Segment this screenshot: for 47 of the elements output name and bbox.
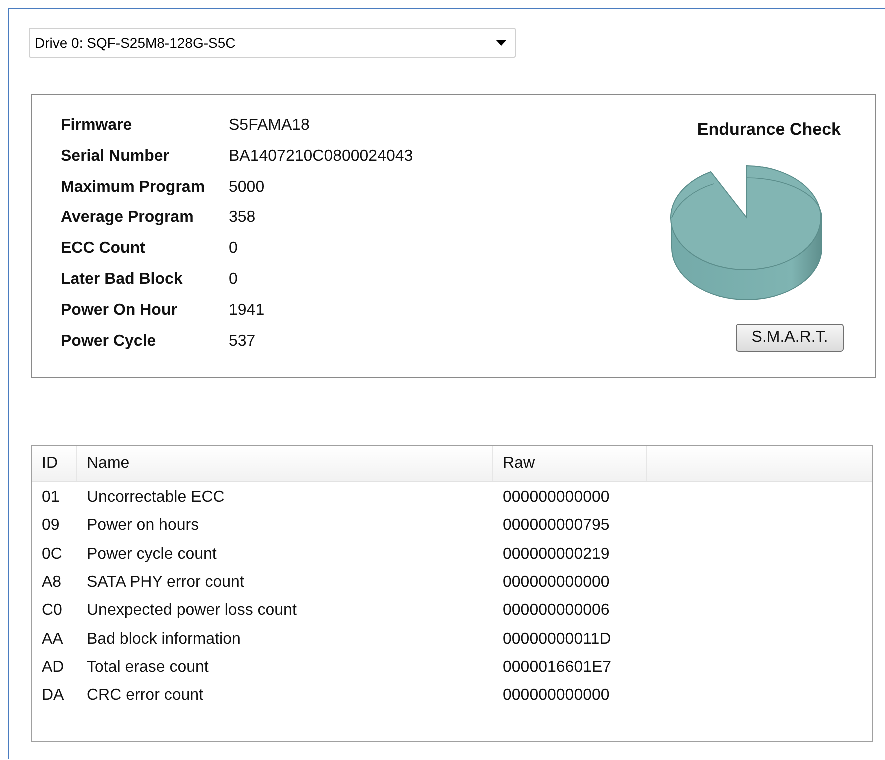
dropdown-caret-icon — [496, 40, 507, 46]
table-cell-text: 00000000011D — [502, 630, 612, 649]
info-value: 358 — [229, 208, 257, 228]
info-label: ECC Count — [61, 239, 146, 260]
table-cell-text: 000000000000 — [502, 574, 611, 592]
table-cell-text: 000000000006 — [502, 602, 611, 620]
info-label: Maximum Program — [61, 178, 206, 198]
table-cell-text: 09 — [41, 517, 61, 536]
table-cell-text: 000000000219 — [502, 546, 611, 564]
endurance-title: Endurance Check — [697, 120, 841, 140]
table-cell-text: C0 — [41, 602, 64, 620]
table-cell-text: AA — [41, 630, 64, 649]
table-cell-text: Uncorrectable ECC — [86, 489, 226, 508]
info-label: Power On Hour — [61, 300, 178, 321]
table-cell-text: SATA PHY error count — [86, 574, 246, 592]
table-cell-text: Bad block information — [86, 630, 242, 649]
smart-button[interactable]: S.M.A.R.T. — [736, 324, 844, 352]
column-header[interactable]: ID — [32, 446, 77, 481]
info-label: Serial Number — [61, 146, 170, 167]
table-cell-text: Power cycle count — [86, 546, 218, 564]
info-value: BA1407210C0800024043 — [229, 146, 414, 167]
info-value: 1941 — [229, 300, 266, 321]
table-cell-text: AD — [41, 658, 66, 677]
table-cell-text: A8 — [41, 574, 63, 592]
table-cell-text: Unexpected power loss count — [86, 602, 298, 620]
info-value: 0 — [229, 239, 239, 260]
table-cell-text: Power on hours — [86, 517, 200, 536]
info-label: Firmware — [61, 116, 134, 136]
table-cell-text: 0000016601E7 — [502, 658, 613, 677]
table-cell-text: 0C — [41, 546, 64, 564]
table-cell-text: 01 — [41, 489, 61, 508]
table-cell-text: 000000000795 — [502, 517, 611, 536]
table-cell-text: 000000000000 — [502, 489, 611, 508]
info-value: 0 — [229, 270, 239, 290]
table-cell-text: DA — [41, 687, 66, 706]
drive-select[interactable]: Drive 0: SQF-S25M8-128G-S5C — [29, 28, 516, 58]
info-label: Average Program — [61, 208, 195, 228]
column-header[interactable]: Raw — [493, 446, 647, 481]
table-cell-text: Total erase count — [86, 658, 210, 677]
info-value: 5000 — [229, 178, 266, 198]
table-cell-text: CRC error count — [86, 687, 204, 706]
info-value: S5FAMA18 — [229, 116, 311, 136]
info-label: Later Bad Block — [61, 270, 184, 290]
info-value: 537 — [229, 332, 257, 352]
info-label: Power Cycle — [61, 332, 158, 352]
column-header[interactable]: Name — [77, 446, 493, 481]
table-cell-text: 000000000000 — [502, 687, 611, 706]
